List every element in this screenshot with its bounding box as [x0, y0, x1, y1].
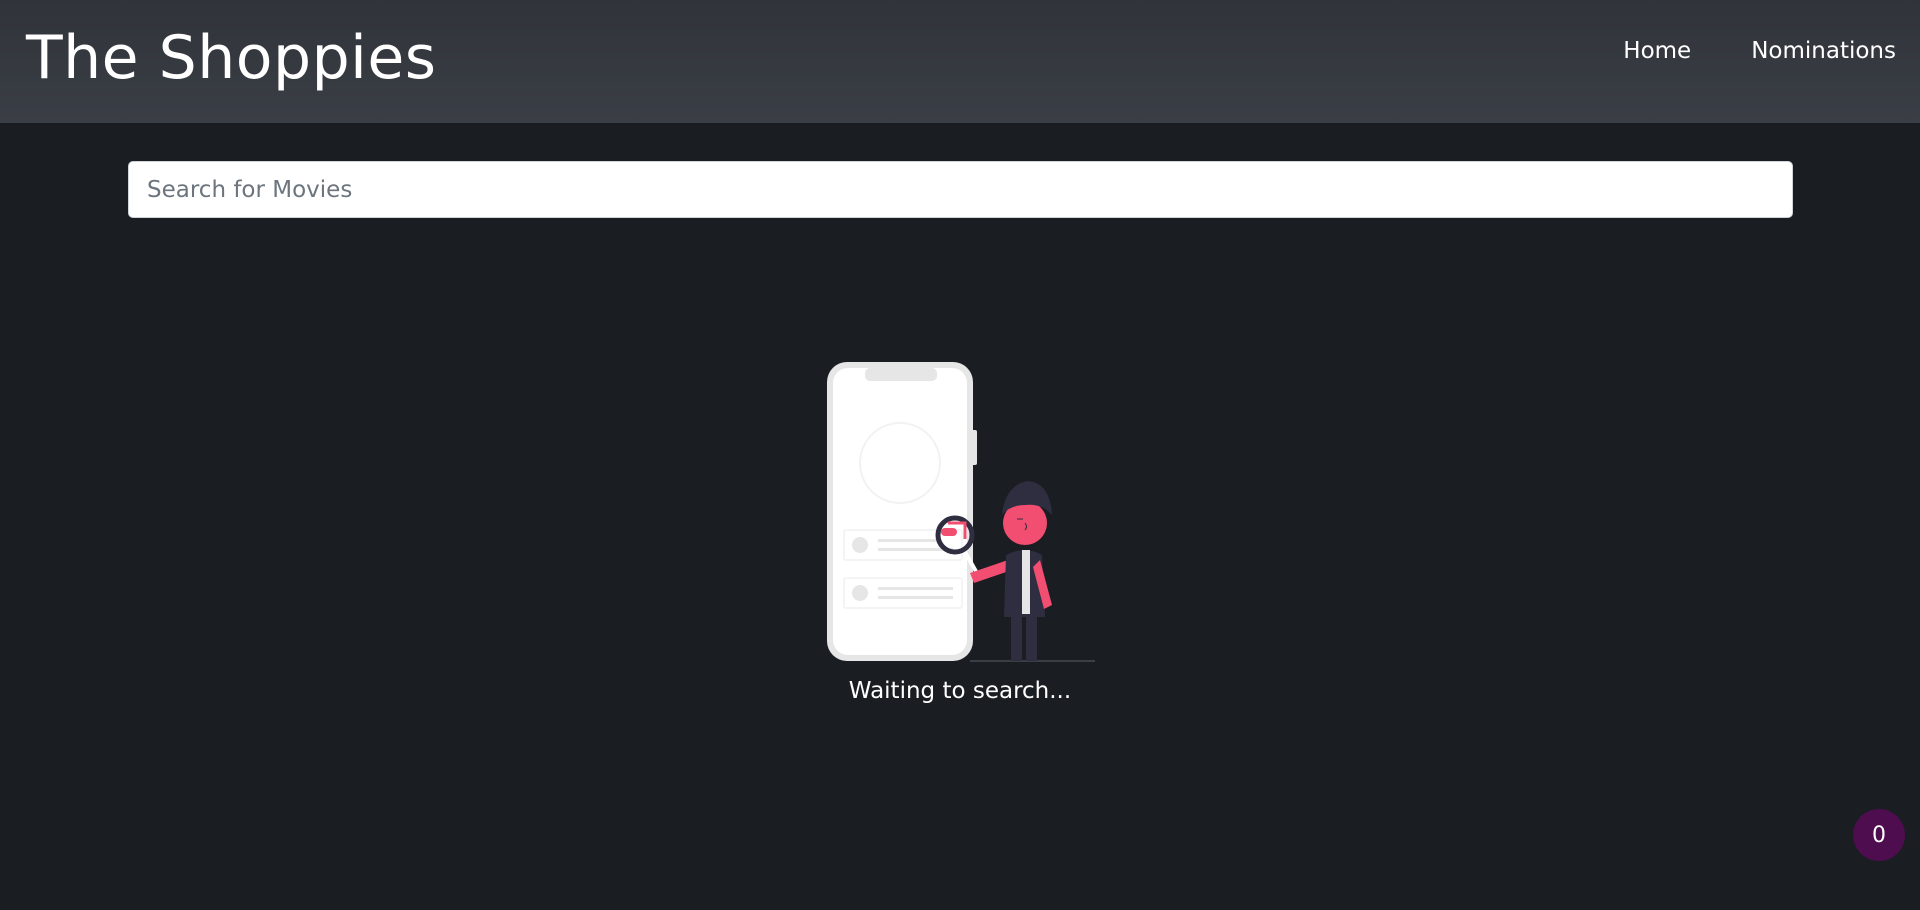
search-input[interactable]	[128, 161, 1793, 218]
nav-link-nominations[interactable]: Nominations	[1751, 36, 1896, 66]
navbar: The Shoppies Home Nominations	[0, 0, 1920, 123]
nav-links: Home Nominations	[1623, 36, 1896, 66]
nominations-count-badge[interactable]: 0	[1853, 809, 1905, 861]
phone-search-illustration	[820, 355, 1100, 665]
empty-state-message: Waiting to search...	[848, 678, 1072, 704]
search-bar	[128, 161, 1793, 218]
nav-link-home[interactable]: Home	[1623, 36, 1691, 66]
brand-title[interactable]: The Shoppies	[26, 18, 437, 98]
